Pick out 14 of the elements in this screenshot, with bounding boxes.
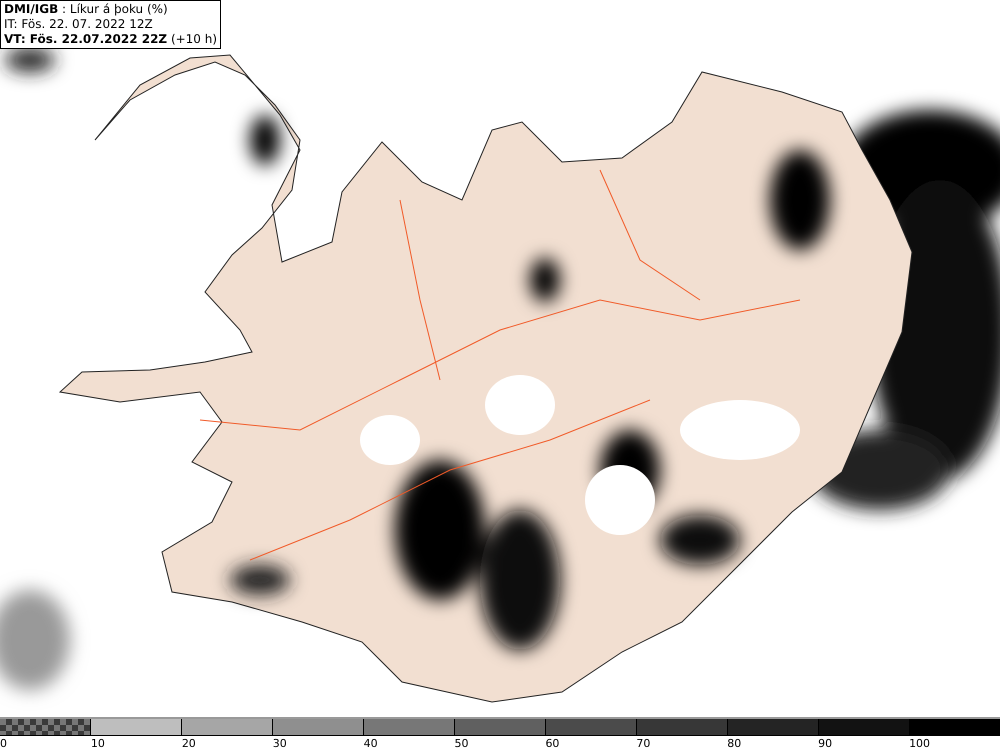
legend-tick-label: 20 xyxy=(182,736,197,750)
legend-tick-label: 80 xyxy=(727,736,742,750)
legend-tick-label: 60 xyxy=(545,736,560,750)
legend-tick-label: 0 xyxy=(0,736,8,750)
title-line: VT: Fös. 22.07.2022 22Z (+10 h) xyxy=(4,32,218,47)
title-line: IT: Fös. 22. 07. 2022 12Z xyxy=(4,17,154,32)
legend-tick-label: 30 xyxy=(272,736,288,750)
legend-tick-label: 50 xyxy=(454,736,470,750)
legend-tick-label: 10 xyxy=(90,736,106,750)
legend-tick-label: 100 xyxy=(909,736,932,750)
legend-tick-label: 40 xyxy=(364,736,379,750)
legend-tick-label: 70 xyxy=(636,736,652,750)
title-line: DMI/IGB : Líkur á þoku (%) xyxy=(4,2,169,17)
legend-tick-label: 90 xyxy=(818,736,834,750)
